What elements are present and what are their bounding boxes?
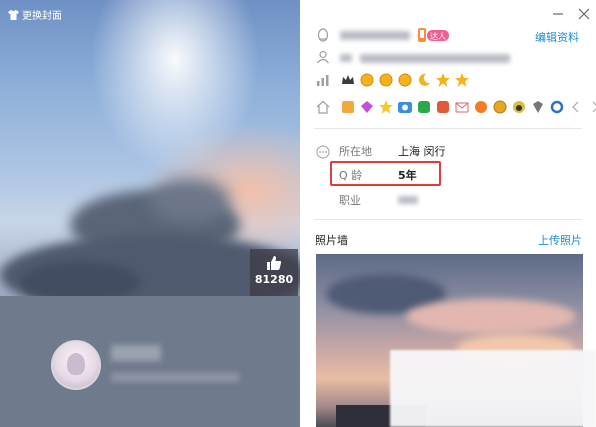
moon-icon <box>418 73 430 86</box>
upload-photo-link[interactable]: 上传照片 <box>538 232 582 248</box>
service-icon[interactable] <box>340 99 356 115</box>
mascot-icon[interactable] <box>511 99 527 115</box>
change-cover-button[interactable]: 更换封面 <box>8 7 62 22</box>
star-icon[interactable] <box>378 99 394 115</box>
sun-icon <box>379 73 393 87</box>
crown-icon <box>342 75 354 84</box>
redaction-mask <box>390 350 596 427</box>
thumbs-up-icon <box>267 256 282 270</box>
daren-badge[interactable]: 达人 <box>418 27 450 43</box>
occupation-label: 职业 <box>339 194 361 207</box>
edit-profile-link[interactable]: 编辑资料 <box>535 29 579 45</box>
cover-bottom-band <box>0 296 300 427</box>
star-icon <box>455 73 469 87</box>
photo-wall-title: 照片墙 <box>315 234 348 247</box>
occupation-redacted <box>398 196 418 204</box>
level-badges[interactable] <box>340 72 470 88</box>
blue-ring-icon[interactable] <box>549 99 565 115</box>
change-cover-label: 更换封面 <box>22 11 62 22</box>
divider <box>314 219 582 220</box>
nickname-redacted <box>340 31 410 40</box>
more-dots-icon <box>316 145 330 159</box>
close-icon[interactable] <box>578 8 590 20</box>
home-icon <box>316 100 330 114</box>
service-icons[interactable] <box>340 99 596 115</box>
signature-redacted <box>111 373 239 382</box>
location-value: 上海 闵行 <box>398 145 446 158</box>
cover-panel: 更换封面 81280 <box>0 0 300 427</box>
like-count: 81280 <box>254 273 294 286</box>
account-redacted <box>340 54 352 62</box>
game-icon[interactable] <box>416 99 432 115</box>
divider <box>314 128 582 129</box>
shirt-icon <box>8 9 19 20</box>
arrow-right-icon[interactable] <box>587 99 596 115</box>
location-label: 所在地 <box>339 145 372 158</box>
profile-panel: 达人 编辑资料 所在地 上海 闵行 Q 龄 5年 职业 照片墙 上传照片 <box>300 0 596 427</box>
gem-icon[interactable] <box>530 99 546 115</box>
qqlive-icon[interactable] <box>473 99 489 115</box>
like-button[interactable]: 81280 <box>250 249 298 296</box>
cover-cloud <box>150 178 230 223</box>
mail-icon[interactable] <box>454 99 470 115</box>
nickname-redacted <box>111 345 161 361</box>
person-icon <box>317 50 329 64</box>
photo-icon[interactable] <box>397 99 413 115</box>
qq-penguin-icon <box>317 28 329 42</box>
minimize-icon[interactable] <box>552 8 564 20</box>
sun-icon <box>398 73 412 87</box>
arrow-left-icon[interactable] <box>568 99 584 115</box>
diamond-icon[interactable] <box>359 99 375 115</box>
qq-age-highlight-box <box>330 161 441 186</box>
level-chart-icon <box>317 75 329 86</box>
account-info-redacted <box>360 54 510 63</box>
star-icon <box>436 73 450 87</box>
daren-label: 达人 <box>430 31 446 41</box>
avatar[interactable] <box>51 340 101 390</box>
photo-cloud <box>406 299 576 334</box>
coin-icon[interactable] <box>492 99 508 115</box>
music-icon[interactable] <box>435 99 451 115</box>
sun-icon <box>360 73 374 87</box>
